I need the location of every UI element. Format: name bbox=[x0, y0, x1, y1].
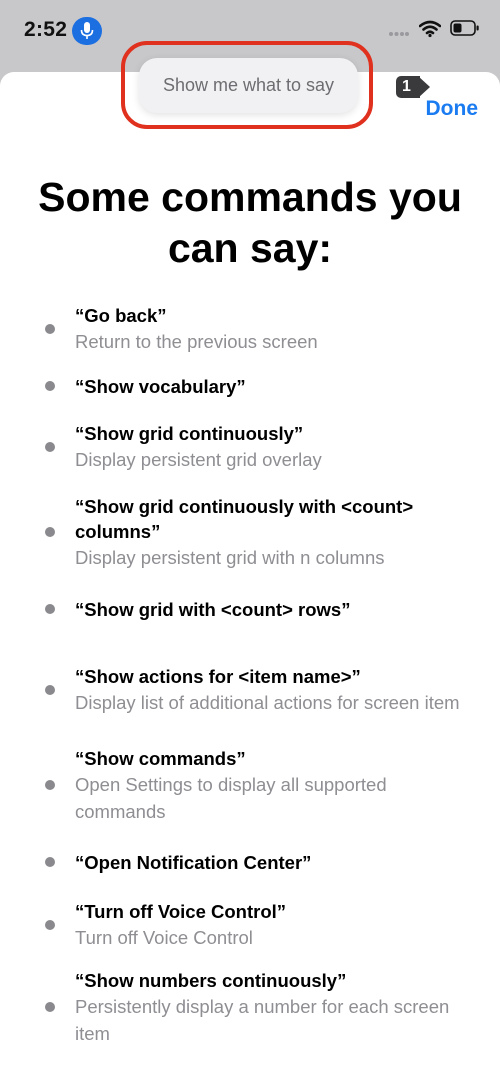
list-item: “Go back” Return to the previous screen bbox=[0, 302, 500, 356]
command-description: Display persistent grid with n columns bbox=[75, 546, 385, 568]
bullet-icon bbox=[45, 1002, 55, 1012]
command-phrase: “Show grid continuously with <count> col… bbox=[75, 495, 414, 542]
page-title-text: Some commands you can say: bbox=[38, 174, 462, 271]
command-phrase: “Go back” bbox=[75, 305, 167, 326]
list-item: “Show grid continuously with <count> col… bbox=[0, 490, 500, 574]
bullet-icon bbox=[45, 527, 55, 537]
battery-icon bbox=[450, 20, 480, 41]
bullet-icon bbox=[45, 780, 55, 790]
command-description: Persistently display a number for each s… bbox=[75, 995, 450, 1044]
wifi-icon bbox=[418, 20, 442, 43]
command-phrase: “Open Notification Center” bbox=[75, 851, 312, 873]
command-phrase: “Show actions for <item name>” bbox=[75, 666, 361, 687]
command-phrase: “Show grid continuously” bbox=[75, 422, 304, 444]
list-item: “Show grid continuously” Display persist… bbox=[0, 418, 500, 475]
bullet-icon bbox=[45, 685, 55, 695]
badge-number: 1 bbox=[402, 78, 411, 95]
status-time: 2:52 bbox=[24, 18, 68, 41]
command-phrase: “Show grid with <count> rows” bbox=[75, 598, 351, 620]
command-phrase: “Turn off Voice Control” bbox=[75, 900, 287, 922]
bullet-icon bbox=[45, 604, 55, 614]
bullet-icon bbox=[45, 381, 55, 391]
list-item: “Show grid with <count> rows” bbox=[0, 584, 500, 634]
highlight-annotation-ring bbox=[121, 41, 373, 129]
voice-control-commands-screen: 2:52 1 Done Show me what to say Some com… bbox=[0, 0, 500, 1083]
bullet-icon bbox=[45, 857, 55, 867]
list-item: “Turn off Voice Control” Turn off Voice … bbox=[0, 896, 500, 953]
microphone-icon[interactable] bbox=[72, 17, 102, 45]
command-description: Turn off Voice Control bbox=[75, 926, 253, 948]
list-item: “Show numbers continuously” Persistently… bbox=[0, 965, 500, 1049]
signal-icon bbox=[389, 24, 409, 42]
list-item: “Open Notification Center” bbox=[0, 837, 500, 887]
command-phrase: “Show numbers continuously” bbox=[75, 969, 347, 991]
bullet-icon bbox=[45, 441, 55, 452]
commands-list: “Go back” Return to the previous screen … bbox=[0, 302, 500, 1049]
list-item: “Show actions for <item name>” Display l… bbox=[0, 648, 500, 732]
page-title: Some commands you can say: bbox=[0, 172, 500, 274]
command-description: Return to the previous screen bbox=[75, 331, 318, 352]
done-button[interactable]: Done bbox=[426, 97, 479, 121]
item-number-badge: 1 bbox=[396, 76, 432, 98]
command-phrase: “Show commands” bbox=[75, 747, 246, 769]
command-description: Display list of additional actions for s… bbox=[75, 692, 460, 713]
list-item: “Show commands” Open Settings to display… bbox=[0, 743, 500, 827]
list-item: “Show vocabulary” bbox=[0, 356, 500, 416]
bullet-icon bbox=[45, 919, 55, 930]
command-phrase: “Show vocabulary” bbox=[75, 375, 246, 397]
command-description: Open Settings to display all supported c… bbox=[75, 773, 387, 822]
bullet-icon bbox=[45, 324, 55, 334]
command-description: Display persistent grid overlay bbox=[75, 448, 322, 470]
